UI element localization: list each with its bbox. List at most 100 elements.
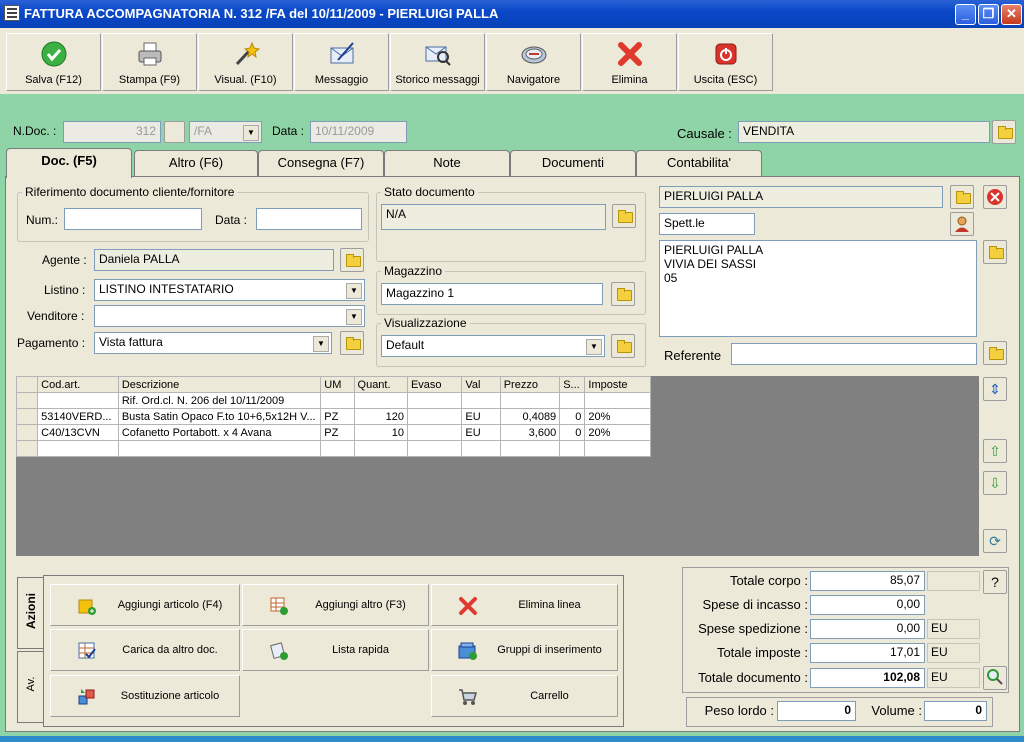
stato-field[interactable]: N/A (381, 204, 606, 230)
agente-label: Agente : (42, 253, 87, 267)
arrow-up-icon[interactable]: ⇧ (983, 439, 1007, 463)
referente-field[interactable] (731, 343, 977, 365)
col-descrizione[interactable]: Descrizione (117, 376, 322, 393)
side-tab-azioni[interactable]: Azioni (17, 577, 43, 649)
tab-documenti[interactable]: Documenti (510, 150, 636, 176)
cart-button[interactable]: Carrello (431, 675, 618, 717)
contact-person-icon[interactable] (950, 212, 974, 236)
pagamento-label: Pagamento : (17, 336, 86, 350)
cliente-clear-icon[interactable] (983, 185, 1007, 209)
rif-date-field[interactable] (256, 208, 362, 230)
totale-documento-unit: EU (927, 668, 980, 688)
lines-grid[interactable]: Cod.art. Descrizione UM Quant. Evaso Val… (15, 376, 651, 457)
check-icon (40, 40, 68, 68)
add-other-button[interactable]: Aggiungi altro (F3) (242, 584, 429, 626)
minimize-button[interactable]: _ (955, 4, 976, 25)
message-history-button[interactable]: Storico messaggi (390, 33, 485, 91)
add-article-button[interactable]: Aggiungi articolo (F4) (50, 584, 240, 626)
totale-imposte-label: Totale imposte : (716, 645, 808, 660)
spese-incasso-field[interactable]: 0,00 (810, 595, 925, 615)
toolbar: Salva (F12) Stampa (F9) Visual. (F10) Me… (0, 28, 1024, 94)
rif-date-label: Data : (215, 213, 248, 227)
table-row[interactable] (15, 440, 651, 457)
message-button[interactable]: Messaggio (294, 33, 389, 91)
ndoc-spin-button[interactable] (164, 121, 185, 143)
listino-select[interactable]: LISTINO INTESTATARIO (94, 279, 365, 301)
col-codart[interactable]: Cod.art. (37, 376, 119, 393)
referente-folder-icon[interactable] (983, 341, 1007, 365)
help-button[interactable]: ? (983, 570, 1007, 594)
table-row[interactable]: 53140VERD... Busta Satin Opaco F.to 10+6… (15, 408, 651, 425)
col-evaso[interactable]: Evaso (406, 376, 463, 393)
ndoc-field[interactable]: 312 (63, 121, 161, 143)
peso-lordo-field[interactable]: 0 (777, 701, 856, 721)
rif-num-field[interactable] (64, 208, 202, 230)
magazzino-group-title: Magazzino (381, 264, 446, 278)
series-select[interactable]: /FA (189, 121, 262, 143)
refresh-icon[interactable]: ⟳ (983, 529, 1007, 553)
arrow-down-icon[interactable]: ⇩ (983, 471, 1007, 495)
visualizzazione-folder-icon[interactable] (611, 334, 635, 358)
spese-spedizione-field[interactable]: 0,00 (810, 619, 925, 639)
totale-corpo-field[interactable]: 85,07 (810, 571, 925, 591)
tab-contabilita[interactable]: Contabilita' (636, 150, 762, 176)
address-folder-icon[interactable] (983, 240, 1007, 264)
exit-button[interactable]: Uscita (ESC) (678, 33, 773, 91)
zoom-icon[interactable] (983, 666, 1007, 690)
lines-grid-area: Cod.art. Descrizione UM Quant. Evaso Val… (15, 376, 979, 556)
totale-imposte-field[interactable]: 17,01 (810, 643, 925, 663)
magazzino-folder-icon[interactable] (611, 282, 635, 306)
date-field[interactable]: 10/11/2009 (310, 121, 407, 143)
volume-field[interactable]: 0 (924, 701, 987, 721)
agente-folder-icon[interactable] (340, 248, 364, 272)
quick-list-button[interactable]: Lista rapida (242, 629, 429, 671)
referente-label: Referente (664, 348, 722, 363)
tab-consegna[interactable]: Consegna (F7) (258, 150, 384, 176)
totale-corpo-unit (927, 571, 980, 591)
load-from-doc-button[interactable]: Carica da altro doc. (50, 629, 240, 671)
spese-incasso-label: Spese di incasso : (702, 597, 808, 612)
stato-folder-icon[interactable] (612, 204, 636, 228)
grid-header-row: Cod.art. Descrizione UM Quant. Evaso Val… (15, 376, 651, 393)
visualizzazione-select[interactable]: Default (381, 335, 605, 357)
table-row[interactable]: Rif. Ord.cl. N. 206 del 10/11/2009 (15, 392, 651, 409)
restore-button[interactable]: ❐ (978, 4, 999, 25)
salutation-field[interactable]: Spett.le (659, 213, 755, 235)
navigator-button[interactable]: Navigatore (486, 33, 581, 91)
preview-button[interactable]: Visual. (F10) (198, 33, 293, 91)
tab-doc[interactable]: Doc. (F5) (6, 148, 132, 178)
save-button[interactable]: Salva (F12) (6, 33, 101, 91)
close-button[interactable]: ✕ (1001, 4, 1022, 25)
delete-line-button[interactable]: Elimina linea (431, 584, 618, 626)
pagamento-folder-icon[interactable] (340, 331, 364, 355)
status-bar (0, 736, 1024, 742)
replace-article-button[interactable]: Sostituzione articolo (50, 675, 240, 717)
col-quant[interactable]: Quant. (353, 376, 408, 393)
tab-note[interactable]: Note (384, 150, 510, 176)
col-prezzo[interactable]: Prezzo (499, 376, 561, 393)
agente-field[interactable]: Daniela PALLA (94, 249, 334, 271)
envelope-search-icon (424, 40, 452, 68)
col-imposte[interactable]: Imposte (584, 376, 651, 393)
print-button[interactable]: Stampa (F9) (102, 33, 197, 91)
col-sconto[interactable]: S... (559, 376, 586, 393)
col-val[interactable]: Val (461, 376, 501, 393)
pagamento-select[interactable]: Vista fattura (94, 332, 332, 354)
causale-field[interactable]: VENDITA (738, 121, 990, 143)
totale-documento-field[interactable]: 102,08 (810, 668, 925, 688)
address-box[interactable]: PIERLUIGI PALLA VIVIA DEI SASSI 05 (659, 240, 977, 337)
venditore-select[interactable] (94, 305, 365, 327)
cliente-folder-icon[interactable] (950, 185, 974, 209)
col-um[interactable]: UM (320, 376, 355, 393)
cliente-name-field[interactable]: PIERLUIGI PALLA (659, 186, 943, 208)
totale-corpo-label: Totale corpo : (729, 573, 808, 588)
side-tab-av[interactable]: Av. (17, 651, 43, 723)
tab-altro[interactable]: Altro (F6) (134, 150, 258, 176)
insertion-groups-button[interactable]: Gruppi di inserimento (431, 629, 618, 671)
causale-folder-icon[interactable] (992, 120, 1016, 144)
group-add-icon (458, 641, 478, 661)
magazzino-field[interactable]: Magazzino 1 (381, 283, 603, 305)
table-row[interactable]: C40/13CVN Cofanetto Portabott. x 4 Avana… (15, 424, 651, 441)
delete-button[interactable]: Elimina (582, 33, 677, 91)
updown-arrows-icon[interactable]: ⇕ (983, 377, 1007, 401)
